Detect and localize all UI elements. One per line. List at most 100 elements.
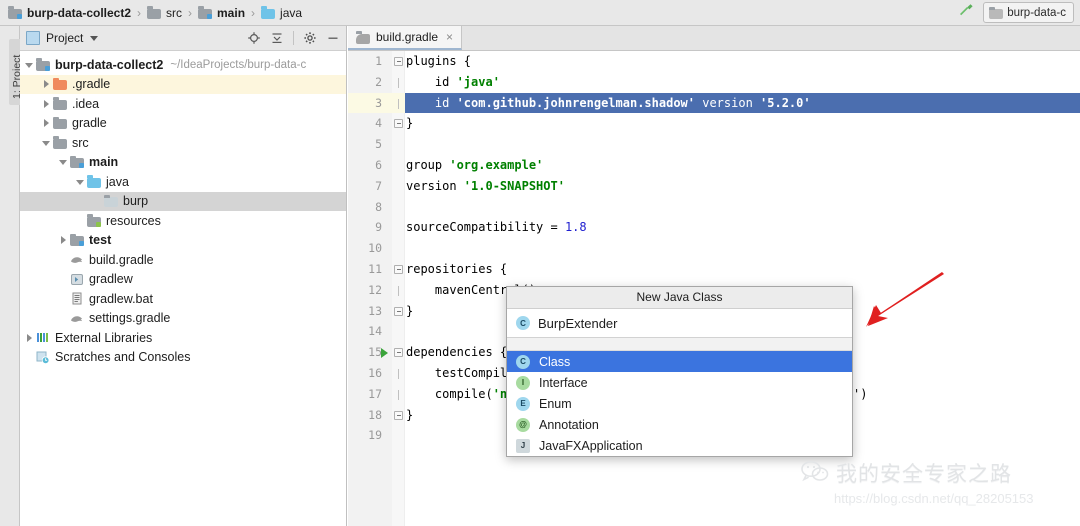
code-token: } <box>406 407 414 422</box>
line-number: 1 <box>375 54 382 68</box>
tree-item-burp[interactable]: burp <box>20 191 346 211</box>
tree-item-settings-gradle[interactable]: settings.gradle <box>20 309 346 329</box>
fold-line-icon[interactable] <box>394 368 403 379</box>
class-name-input[interactable]: C BurpExtender <box>507 309 852 338</box>
line-number: 6 <box>375 157 382 172</box>
tree-item-path: ~/IdeaProjects/burp-data-c <box>170 58 307 71</box>
gradle-file-icon <box>70 312 84 325</box>
tree-item--gradle[interactable]: .gradle <box>20 74 346 94</box>
kind-item-class[interactable]: C Class <box>507 351 852 372</box>
resource-folder-icon <box>87 214 101 227</box>
code-line: 2 id 'java' <box>348 72 1080 93</box>
kind-item-javafxapplication[interactable]: J JavaFXApplication <box>507 435 852 456</box>
settings-gear-icon[interactable] <box>303 31 317 45</box>
left-tool-strip: 1: Project <box>0 26 25 526</box>
run-gutter-icon[interactable] <box>381 348 388 359</box>
chevron-open-icon[interactable] <box>58 156 70 168</box>
locate-icon[interactable] <box>247 31 261 45</box>
toolbar-divider <box>293 31 294 45</box>
line-number: 5 <box>375 137 382 152</box>
tree-item-gradle[interactable]: gradle <box>20 114 346 134</box>
chevron-open-icon[interactable] <box>41 137 53 149</box>
fold-minus-icon[interactable] <box>394 348 403 358</box>
tree-item-src[interactable]: src <box>20 133 346 153</box>
hide-panel-icon[interactable] <box>326 31 340 45</box>
fold-plus-icon[interactable] <box>394 119 403 129</box>
scratches-icon <box>36 351 50 364</box>
code-token: plugins { <box>406 54 472 68</box>
tree-item-external-libraries[interactable]: External Libraries <box>20 328 346 348</box>
project-panel-title: Project <box>46 31 84 45</box>
code-token: id <box>406 95 457 110</box>
folder-icon <box>147 6 162 19</box>
navbar-right-controls: burp-data-c <box>957 1 1080 24</box>
fold-plus-icon[interactable] <box>394 306 403 316</box>
tree-item-scratches-and-consoles[interactable]: Scratches and Consoles <box>20 348 346 368</box>
gradle-file-icon <box>70 253 84 266</box>
fold-minus-icon[interactable] <box>394 57 403 66</box>
folder-icon <box>53 136 67 149</box>
tab-build-gradle[interactable]: build.gradle × <box>348 26 463 50</box>
kind-item-enum[interactable]: E Enum <box>507 393 852 414</box>
tree-item-label: resources <box>106 213 161 228</box>
tree-item-label: .gradle <box>72 77 111 92</box>
chevron-closed-icon[interactable] <box>41 78 53 90</box>
fold-plus-icon[interactable] <box>394 410 403 420</box>
tree-item-java[interactable]: java <box>20 172 346 192</box>
kind-item-label: Enum <box>539 396 572 411</box>
kind-list[interactable]: C Class I Interface E Enum @ Annotation J JavaFXA… <box>507 351 852 456</box>
fold-line-icon[interactable] <box>394 285 403 296</box>
navbar: burp-data-collect2 › src › main › java burp-da… <box>0 0 1080 26</box>
tree-item-label: burp <box>123 194 149 209</box>
kind-item-annotation[interactable]: @ Annotation <box>507 414 852 435</box>
breadcrumb-item-burp-data-collect2[interactable]: burp-data-collect2 <box>8 6 131 20</box>
breadcrumb-separator: › <box>137 5 142 20</box>
chevron-closed-icon[interactable] <box>24 332 36 344</box>
project-tool-window: Project burp-data-collect2 ~/IdeaProject… <box>20 26 347 526</box>
fold-minus-icon[interactable] <box>394 264 403 274</box>
fold-line-icon[interactable] <box>394 389 403 400</box>
tree-item-gradlew-bat[interactable]: gradlew.bat <box>20 289 346 309</box>
line-number: 16 <box>368 365 382 380</box>
breadcrumb-label: src <box>166 5 183 20</box>
tree-item-gradlew[interactable]: gradlew <box>20 270 346 290</box>
chevron-closed-icon[interactable] <box>41 117 53 129</box>
chevron-closed-icon[interactable] <box>58 234 70 246</box>
tree-item-label: settings.gradle <box>89 311 171 326</box>
code-line: 11 repositories { <box>348 259 1080 280</box>
tree-item-build-gradle[interactable]: build.gradle <box>20 250 346 270</box>
line-number: 15 <box>368 345 382 360</box>
hammer-icon[interactable] <box>957 1 975 24</box>
tree-item-test[interactable]: test <box>20 231 346 251</box>
kind-item-interface[interactable]: I Interface <box>507 372 852 393</box>
chevron-closed-icon[interactable] <box>41 98 53 110</box>
breadcrumb-separator: › <box>188 5 193 20</box>
chevron-open-icon[interactable] <box>24 59 36 71</box>
tree-item-label: main <box>89 155 119 170</box>
chevron-open-icon[interactable] <box>75 176 87 188</box>
code-token: } <box>406 303 414 318</box>
new-java-class-dialog[interactable]: New Java Class C BurpExtender C Class I Int… <box>506 286 853 457</box>
breadcrumb-item-main[interactable]: main <box>198 6 245 20</box>
line-number: 10 <box>368 241 382 256</box>
breadcrumb-item-java[interactable]: java <box>261 6 302 20</box>
close-icon[interactable]: × <box>446 30 453 44</box>
tree-item--idea[interactable]: .idea <box>20 94 346 114</box>
code-token: version <box>406 178 464 193</box>
tree-item-main[interactable]: main <box>20 153 346 173</box>
chevron-down-icon[interactable] <box>90 35 99 41</box>
project-tree[interactable]: burp-data-collect2 ~/IdeaProjects/burp-da… <box>20 51 346 367</box>
breadcrumb-item-src[interactable]: src <box>147 6 182 20</box>
tree-item-burp-data-collect2[interactable]: burp-data-collect2 ~/IdeaProjects/burp-da… <box>20 55 346 75</box>
line-number: 8 <box>375 199 382 214</box>
fold-line-icon[interactable] <box>394 98 403 109</box>
tree-item-label: External Libraries <box>55 330 153 345</box>
tree-item-resources[interactable]: resources <box>20 211 346 231</box>
tree-item-label: gradlew.bat <box>89 291 153 306</box>
code-token: id <box>406 74 457 89</box>
run-configuration-selector[interactable]: burp-data-c <box>983 2 1074 23</box>
fold-line-icon[interactable] <box>394 77 403 88</box>
collapse-all-icon[interactable] <box>270 31 284 45</box>
